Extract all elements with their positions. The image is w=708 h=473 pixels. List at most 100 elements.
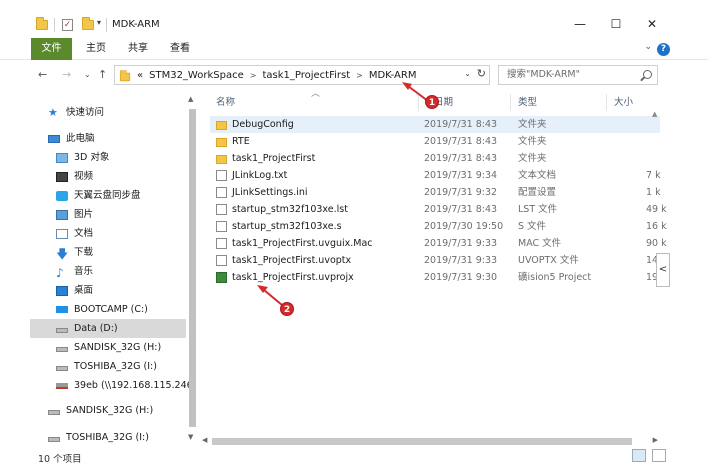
scroll-left-icon[interactable]: ◀	[202, 436, 207, 444]
nav-item-toshiba[interactable]: TOSHIBA_32G (I:)	[56, 357, 157, 376]
scroll-up-icon[interactable]: ▲	[652, 110, 657, 118]
settings-file-icon	[216, 187, 227, 198]
back-icon[interactable]: ←	[38, 68, 47, 81]
scroll-right-icon[interactable]: ▶	[653, 436, 658, 444]
refresh-icon[interactable]: ↻	[477, 67, 486, 80]
properties-icon[interactable]: ✓	[62, 19, 73, 31]
chevron-down-icon[interactable]: ⌄	[644, 42, 652, 52]
tab-view[interactable]: 查看	[164, 38, 196, 60]
scrollbar-thumb[interactable]	[212, 438, 632, 445]
address-bar[interactable]: « STM32_WorkSpace > task1_ProjectFirst >…	[114, 65, 490, 85]
divider	[106, 18, 107, 32]
file-icon	[216, 255, 227, 266]
keil-project-icon	[216, 272, 227, 283]
search-input[interactable]: 搜索"MDK-ARM"	[498, 65, 658, 85]
tab-file[interactable]: 文件	[31, 38, 72, 60]
file-row-rte[interactable]: RTE 2019/7/31 8:43 文件夹	[210, 133, 660, 150]
folder-icon	[216, 138, 227, 147]
file-icon	[216, 204, 227, 215]
drive-icon	[48, 437, 60, 442]
drive-icon	[48, 410, 60, 415]
folder-icon	[216, 121, 227, 130]
column-divider[interactable]	[606, 94, 607, 111]
chevron-right-icon[interactable]: >	[250, 71, 257, 80]
item-count: 10 个项目	[38, 454, 82, 465]
folder-icon	[216, 155, 227, 164]
search-icon	[643, 70, 652, 79]
nav-item-3d-objects[interactable]: 3D 对象	[56, 148, 109, 167]
nav-item-videos[interactable]: 视频	[56, 167, 93, 186]
folder-icon[interactable]	[36, 17, 48, 30]
3d-objects-icon	[56, 152, 68, 163]
nav-item-desktop[interactable]: 桌面	[56, 281, 93, 300]
folder-icon	[119, 69, 131, 81]
file-row-project-folder[interactable]: task1_ProjectFirst 2019/7/31 8:43 文件夹	[210, 150, 660, 167]
column-size[interactable]: 大小	[614, 94, 633, 111]
file-row-uvprojx[interactable]: task1_ProjectFirst.uvprojx 2019/7/31 9:3…	[210, 269, 667, 286]
file-row-uvoptx[interactable]: task1_ProjectFirst.uvoptx 2019/7/31 9:33…	[210, 252, 667, 269]
forward-icon[interactable]: →	[62, 68, 71, 81]
maximize-button[interactable]: ☐	[602, 14, 630, 34]
navigation-bar: ← → ⌄ ↑ « STM32_WorkSpace > task1_Projec…	[0, 62, 708, 88]
computer-icon	[48, 134, 60, 143]
scrollbar-thumb[interactable]	[189, 109, 196, 427]
file-row-startup-s[interactable]: startup_stm32f103xe.s 2019/7/30 19:50 S …	[210, 218, 667, 235]
up-icon[interactable]: ↑	[98, 68, 107, 81]
column-name[interactable]: 名称	[216, 94, 235, 111]
drive-icon	[56, 347, 68, 352]
file-row-jlinksettings[interactable]: JLinkSettings.ini 2019/7/31 9:32 配置设置 1 …	[210, 184, 661, 201]
quick-access-toolbar	[36, 17, 48, 30]
close-button[interactable]: ✕	[638, 14, 666, 34]
new-folder-icon[interactable]	[82, 17, 94, 30]
nav-item-sandisk[interactable]: SANDISK_32G (H:)	[56, 338, 161, 357]
breadcrumb-workspace[interactable]: STM32_WorkSpace	[149, 70, 244, 81]
details-pane-toggle[interactable]: <	[656, 253, 670, 287]
minimize-button[interactable]: —	[566, 14, 594, 34]
chevron-down-icon[interactable]: ⌄	[464, 69, 471, 78]
file-row-jlinklog[interactable]: JLinkLog.txt 2019/7/31 9:34 文本文档 7 k	[210, 167, 661, 184]
nav-item-toshiba-root[interactable]: TOSHIBA_32G (I:)	[48, 428, 149, 447]
horizontal-scrollbar[interactable]: ◀ ▶	[200, 436, 660, 446]
nav-item-sandisk-root[interactable]: SANDISK_32G (H:)	[48, 401, 153, 420]
nav-item-data-drive[interactable]: Data (D:)	[30, 319, 186, 338]
nav-item-cloud-drive[interactable]: 天翼云盘同步盘	[56, 186, 141, 205]
scroll-up-icon[interactable]: ▲	[188, 95, 193, 103]
nav-item-music[interactable]: ♪ 音乐	[56, 262, 93, 281]
breadcrumb-overflow[interactable]: «	[137, 70, 143, 81]
scroll-down-icon[interactable]: ▼	[188, 433, 193, 441]
column-divider[interactable]	[418, 94, 419, 111]
network-drive-icon	[56, 382, 68, 389]
tab-share[interactable]: 共享	[122, 38, 154, 60]
drive-icon	[56, 366, 68, 371]
ribbon: 文件 主页 共享 查看 ⌄ ?	[0, 38, 708, 60]
file-row-startup-lst[interactable]: startup_stm32f103xe.lst 2019/7/31 8:43 L…	[210, 201, 667, 218]
annotation-arrowhead-2	[257, 285, 268, 293]
nav-item-downloads[interactable]: 🡇 下载	[56, 243, 93, 262]
chevron-right-icon[interactable]: >	[356, 71, 363, 80]
large-icons-view-icon[interactable]	[652, 449, 666, 462]
window-title: MDK-ARM	[112, 19, 160, 30]
search-button[interactable]	[640, 69, 654, 83]
cloud-drive-icon	[56, 190, 68, 201]
tab-home[interactable]: 主页	[80, 38, 112, 60]
nav-item-pictures[interactable]: 图片	[56, 205, 93, 224]
breadcrumb-project[interactable]: task1_ProjectFirst	[262, 70, 350, 81]
column-type[interactable]: 类型	[518, 94, 537, 111]
nav-item-network-drive[interactable]: 39eb (\\192.168.115.246)	[56, 376, 196, 395]
file-row-debugconfig[interactable]: DebugConfig 2019/7/31 8:43 文件夹	[210, 116, 660, 133]
text-file-icon	[216, 170, 227, 181]
column-divider[interactable]	[510, 94, 511, 111]
nav-scrollbar[interactable]: ▲ ▼	[186, 95, 198, 445]
nav-item-bootcamp[interactable]: BOOTCAMP (C:)	[56, 300, 148, 319]
help-icon[interactable]: ?	[657, 43, 670, 56]
breadcrumb-mdk-arm[interactable]: MDK-ARM	[369, 70, 417, 81]
details-view-icon[interactable]	[632, 449, 646, 462]
nav-item-documents[interactable]: 文档	[56, 224, 93, 243]
nav-item-this-pc[interactable]: 此电脑	[48, 129, 95, 148]
divider	[54, 18, 55, 32]
star-icon: ★	[48, 105, 58, 119]
nav-item-quick-access[interactable]: ★ 快速访问	[48, 103, 104, 122]
recent-locations-icon[interactable]: ⌄	[84, 70, 91, 79]
file-row-uvguix[interactable]: task1_ProjectFirst.uvguix.Mac 2019/7/31 …	[210, 235, 667, 252]
customize-toolbar-icon[interactable]: ▾	[97, 18, 101, 27]
